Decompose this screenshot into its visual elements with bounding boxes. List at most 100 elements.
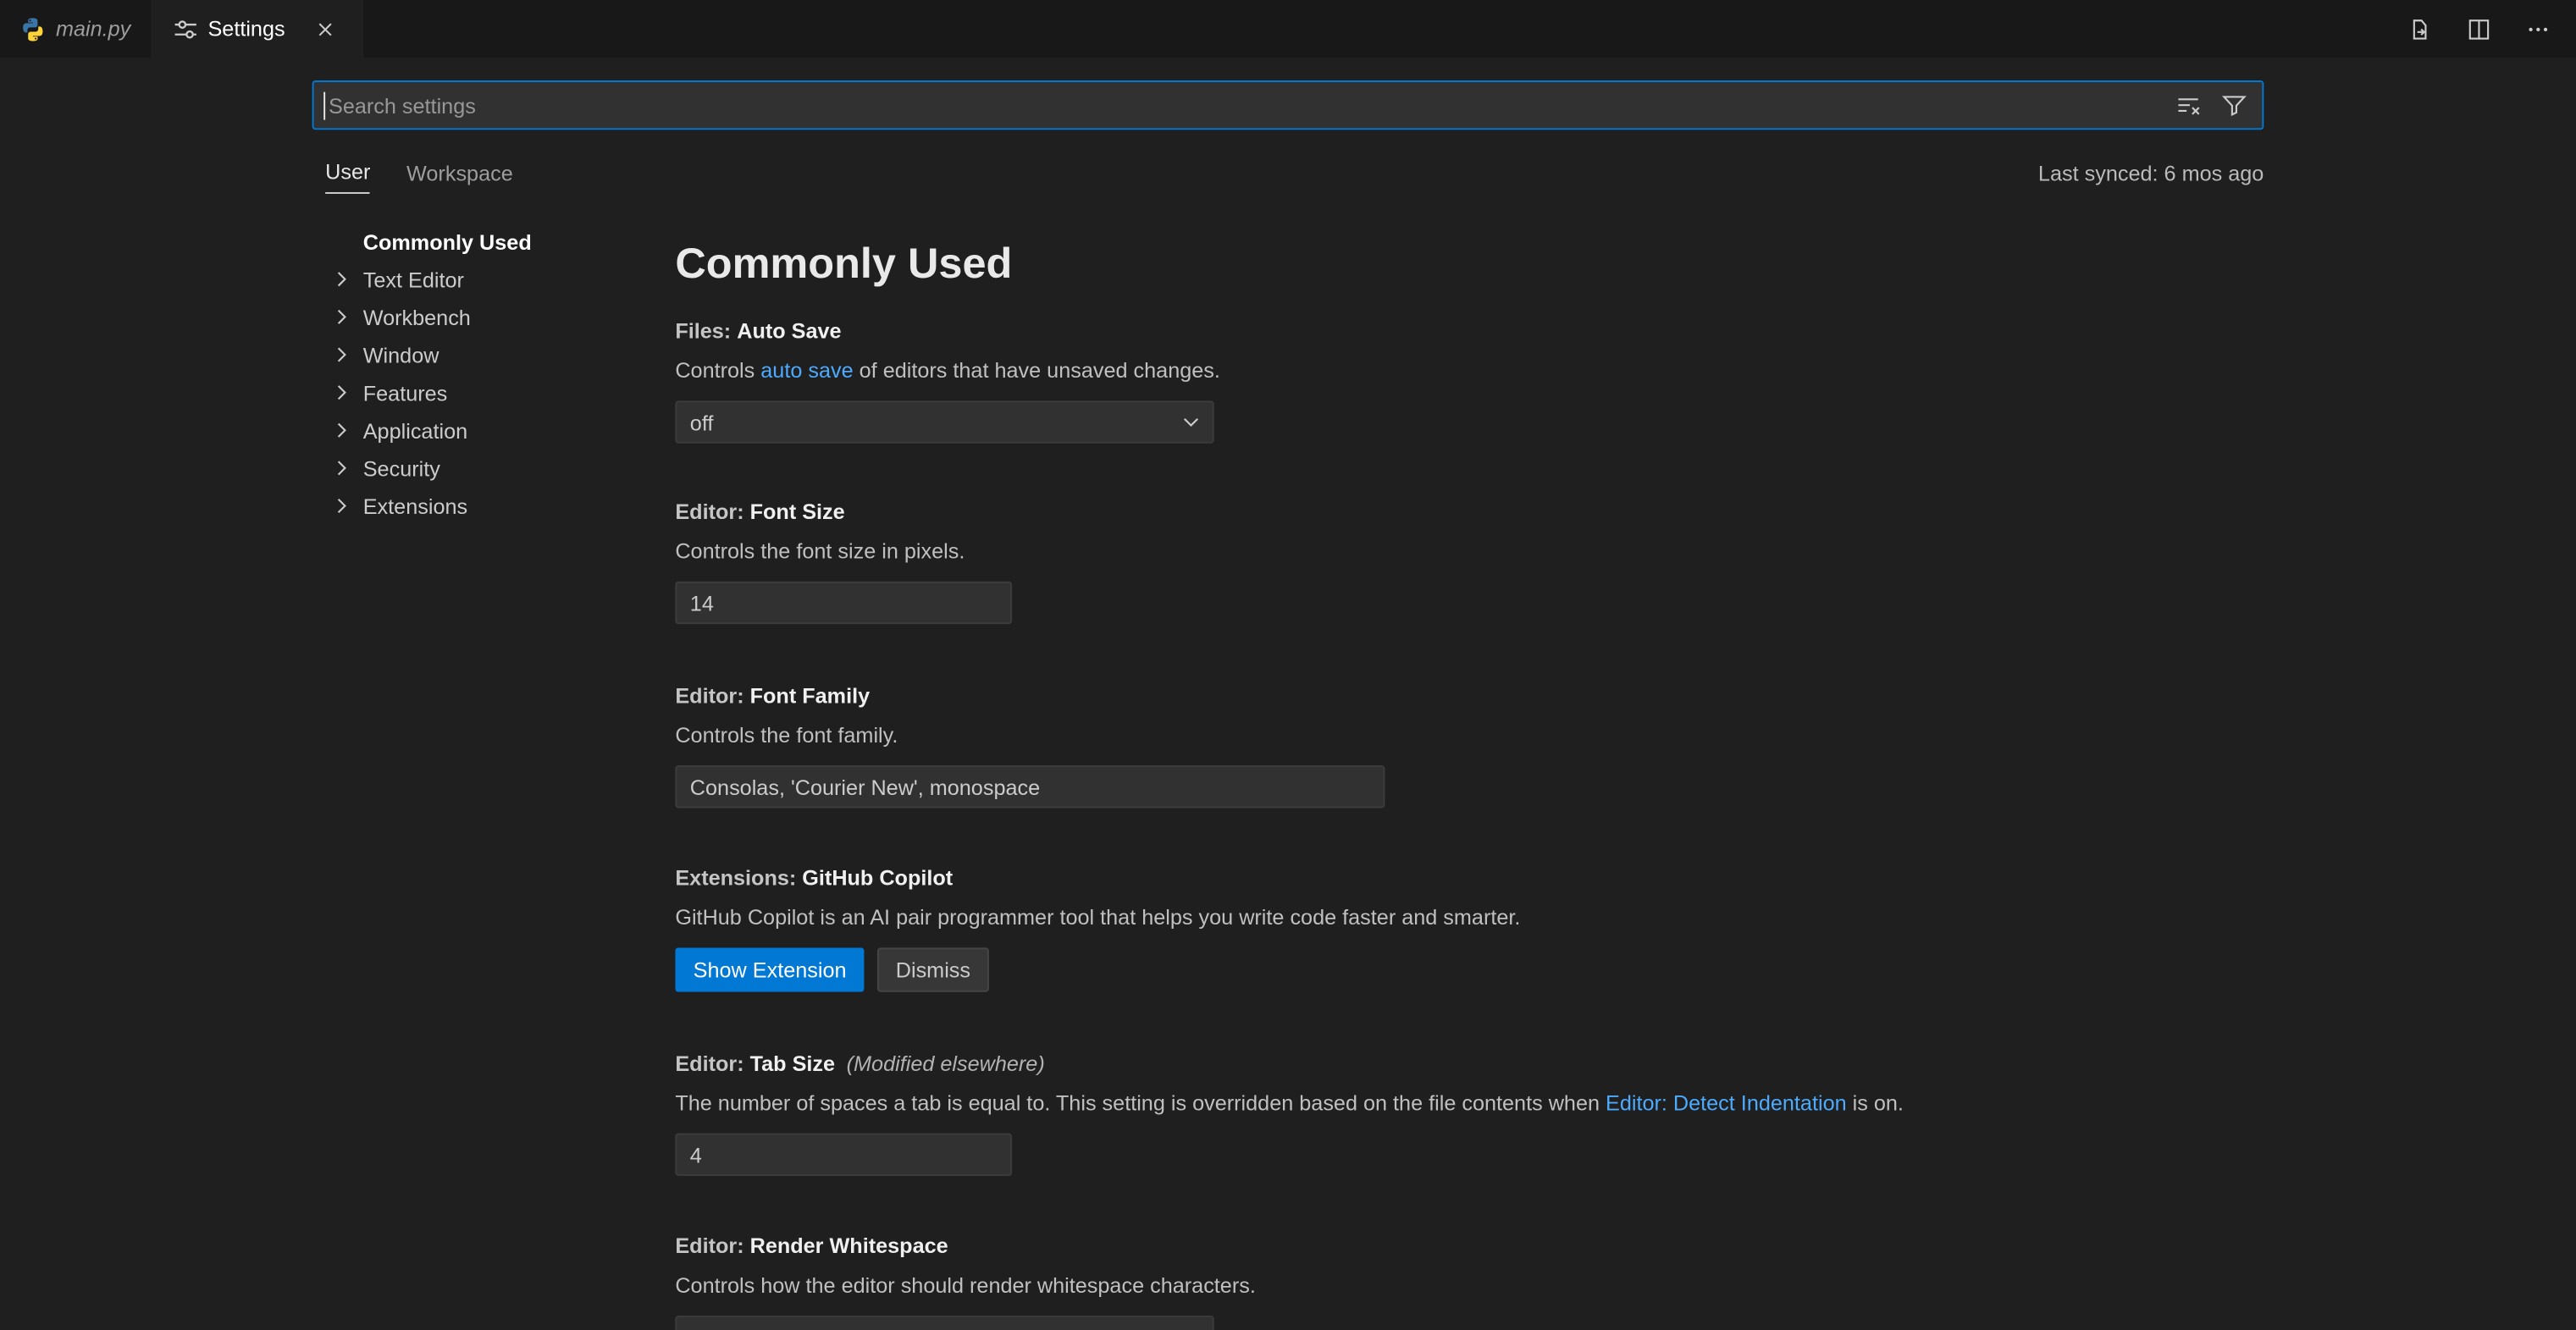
setting-name: Auto Save (737, 318, 841, 343)
settings-list: Commonly Used Files: Auto Save Controls … (675, 213, 2264, 1330)
desc-text: of editors that have unsaved changes. (854, 358, 1220, 383)
setting-description: Controls the font size in pixels. (675, 537, 2264, 566)
setting-description: Controls how the editor should render wh… (675, 1272, 2264, 1301)
search-actions (2170, 87, 2253, 124)
setting-editor-render-whitespace: Editor: Render Whitespace Controls how t… (675, 1232, 2264, 1330)
toc-item-text-editor[interactable]: Text Editor (312, 261, 657, 299)
setting-name: Tab Size (750, 1051, 835, 1076)
show-extension-button[interactable]: Show Extension (675, 947, 865, 991)
font-family-input[interactable] (675, 765, 1385, 808)
setting-name: GitHub Copilot (802, 865, 953, 890)
setting-title: Editor: Render Whitespace (675, 1232, 2264, 1261)
auto-save-link[interactable]: auto save (760, 358, 853, 383)
more-actions-icon[interactable] (2520, 11, 2557, 47)
setting-name: Font Size (750, 499, 845, 524)
setting-description: Controls auto save of editors that have … (675, 356, 2264, 386)
setting-description: The number of spaces a tab is equal to. … (675, 1089, 2264, 1118)
toc-label: Features (363, 381, 448, 406)
desc-text: The number of spaces a tab is equal to. … (675, 1090, 1606, 1115)
desc-text: Controls the font family. (675, 723, 898, 748)
close-icon[interactable] (308, 13, 341, 46)
setting-category: Editor: (675, 683, 749, 708)
toc-item-extensions[interactable]: Extensions (312, 488, 657, 526)
desc-text: Controls how the editor should render wh… (675, 1273, 1256, 1298)
toc-label: Workbench (363, 306, 471, 330)
chevron-right-icon[interactable] (329, 379, 355, 406)
desc-text: is on. (1847, 1090, 1904, 1115)
tab-label: Settings (207, 16, 285, 41)
setting-description: Controls the font family. (675, 721, 2264, 751)
editor-tab-bar: main.py Settings (0, 0, 2576, 58)
auto-save-select[interactable]: off (675, 400, 1213, 443)
toc-item-workbench[interactable]: Workbench (312, 299, 657, 337)
toc-item-application[interactable]: Application (312, 412, 657, 450)
tab-main-py[interactable]: main.py (0, 0, 152, 58)
dismiss-button[interactable]: Dismiss (877, 947, 988, 991)
setting-category: Editor: (675, 499, 749, 524)
toc-label: Extensions (363, 494, 467, 519)
setting-editor-tab-size: Editor: Tab Size(Modified elsewhere) The… (675, 1050, 2264, 1176)
setting-extensions-github-copilot: Extensions: GitHub Copilot GitHub Copilo… (675, 864, 2264, 991)
desc-text: GitHub Copilot is an AI pair programmer … (675, 905, 1520, 930)
toc-label: Application (363, 419, 467, 444)
detect-indentation-link[interactable]: Editor: Detect Indentation (1606, 1090, 1847, 1115)
tab-settings[interactable]: Settings (152, 0, 362, 58)
toc-item-security[interactable]: Security (312, 450, 657, 488)
chevron-down-icon (1178, 1324, 1204, 1330)
settings-toc: Commonly Used Text Editor Workbench Wind… (312, 224, 657, 526)
setting-title: Files: Auto Save (675, 317, 2264, 346)
scope-tab-user[interactable]: User (325, 152, 370, 194)
chevron-right-icon[interactable] (329, 304, 355, 330)
toc-label: Security (363, 456, 440, 481)
setting-name: Render Whitespace (750, 1233, 948, 1258)
setting-category: Files: (675, 318, 737, 343)
toc-item-commonly-used[interactable]: Commonly Used (312, 224, 657, 262)
setting-title: Editor: Tab Size(Modified elsewhere) (675, 1050, 2264, 1079)
desc-text: Controls (675, 358, 760, 383)
split-editor-icon[interactable] (2461, 11, 2497, 47)
toc-label: Commonly Used (363, 230, 532, 255)
setting-title: Extensions: GitHub Copilot (675, 864, 2264, 893)
modified-elsewhere-label: (Modified elsewhere) (847, 1051, 1045, 1076)
chevron-down-icon (1178, 409, 1204, 435)
toc-item-window[interactable]: Window (312, 337, 657, 375)
setting-editor-font-family: Editor: Font Family Controls the font fa… (675, 682, 2264, 808)
text-caret (323, 91, 325, 119)
setting-name: Font Family (750, 683, 871, 708)
font-size-input[interactable] (675, 582, 1012, 624)
filter-icon[interactable] (2216, 87, 2253, 124)
toc-label: Text Editor (363, 268, 464, 292)
setting-category: Extensions: (675, 865, 802, 890)
chevron-right-icon[interactable] (329, 455, 355, 481)
open-settings-json-icon[interactable] (2402, 11, 2438, 47)
scope-tab-workspace[interactable]: Workspace (406, 153, 513, 193)
render-whitespace-select[interactable] (675, 1316, 1213, 1330)
setting-description: GitHub Copilot is an AI pair programmer … (675, 903, 2264, 933)
chevron-right-icon[interactable] (329, 493, 355, 519)
setting-title: Editor: Font Size (675, 498, 2264, 527)
settings-sliders-icon (172, 15, 198, 41)
chevron-right-icon[interactable] (329, 417, 355, 444)
toc-label: Window (363, 343, 439, 367)
setting-editor-font-size: Editor: Font Size Controls the font size… (675, 498, 2264, 624)
last-synced-label: Last synced: 6 mos ago (2038, 161, 2264, 185)
chevron-right-icon[interactable] (329, 266, 355, 292)
tab-label: main.py (56, 16, 130, 41)
settings-scope-row: User Workspace Last synced: 6 mos ago (312, 151, 2264, 195)
setting-title: Editor: Font Family (675, 682, 2264, 711)
chevron-right-icon[interactable] (329, 342, 355, 368)
search-placeholder: Search settings (329, 93, 476, 118)
toc-item-features[interactable]: Features (312, 374, 657, 412)
select-value: off (690, 410, 714, 434)
settings-search-input[interactable]: Search settings (312, 80, 2264, 130)
python-icon (19, 15, 46, 41)
page-title: Commonly Used (675, 233, 2264, 292)
vscode-window: main.py Settings (0, 0, 2576, 1330)
clear-search-icon[interactable] (2170, 87, 2207, 124)
desc-text: Controls the font size in pixels. (675, 538, 965, 563)
copilot-actions: Show Extension Dismiss (675, 947, 2264, 991)
setting-category: Editor: (675, 1233, 749, 1258)
editor-actions (2402, 0, 2556, 58)
tab-size-input[interactable] (675, 1134, 1012, 1176)
setting-files-auto-save: Files: Auto Save Controls auto save of e… (675, 317, 2264, 443)
